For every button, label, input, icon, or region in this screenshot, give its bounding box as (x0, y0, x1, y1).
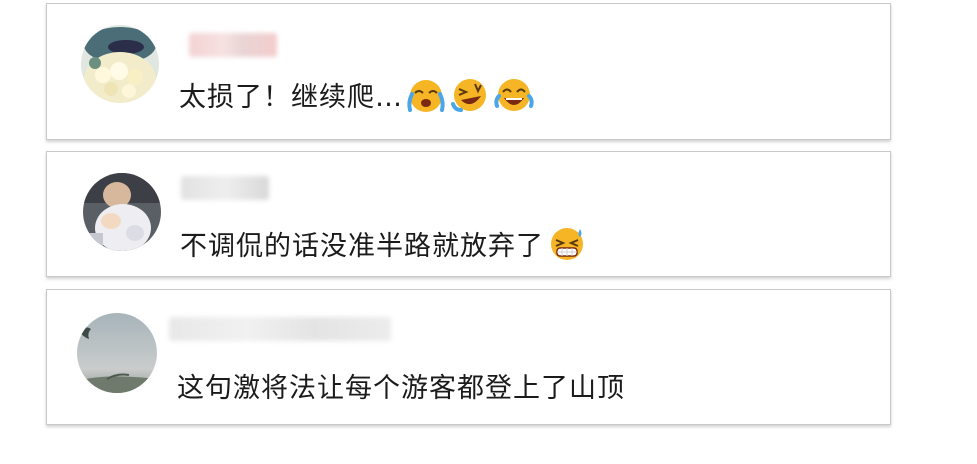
avatar[interactable] (83, 173, 161, 251)
comment-body: 这句激将法让每个游客都登上了山顶 (177, 373, 625, 404)
comment-list: 太损了！继续爬… 不调侃的话没准半路就放弃了 这句激将法让每个游客都登上了山顶 (0, 0, 977, 464)
username[interactable] (169, 317, 391, 341)
comment-card: 不调侃的话没准半路就放弃了 (46, 151, 891, 277)
comment-text: 这句激将法让每个游客都登上了山顶 (177, 366, 625, 405)
tears-of-joy-face-icon (493, 76, 535, 114)
username[interactable] (189, 33, 277, 57)
username[interactable] (181, 176, 269, 200)
comment-body: 太损了！继续爬… (179, 82, 403, 113)
comment-card: 这句激将法让每个游客都登上了山顶 (46, 289, 891, 425)
grinning-sweat-face-icon (546, 225, 588, 263)
crying-face-icon (405, 76, 447, 114)
avatar[interactable] (81, 25, 159, 103)
comment-body: 不调侃的话没准半路就放弃了 (180, 231, 544, 262)
comment-text: 不调侃的话没准半路就放弃了 (180, 224, 588, 263)
comment-card: 太损了！继续爬… (46, 3, 891, 140)
rolling-laughing-face-icon (449, 76, 491, 114)
comment-text: 太损了！继续爬… (179, 75, 535, 114)
avatar[interactable] (77, 313, 157, 393)
